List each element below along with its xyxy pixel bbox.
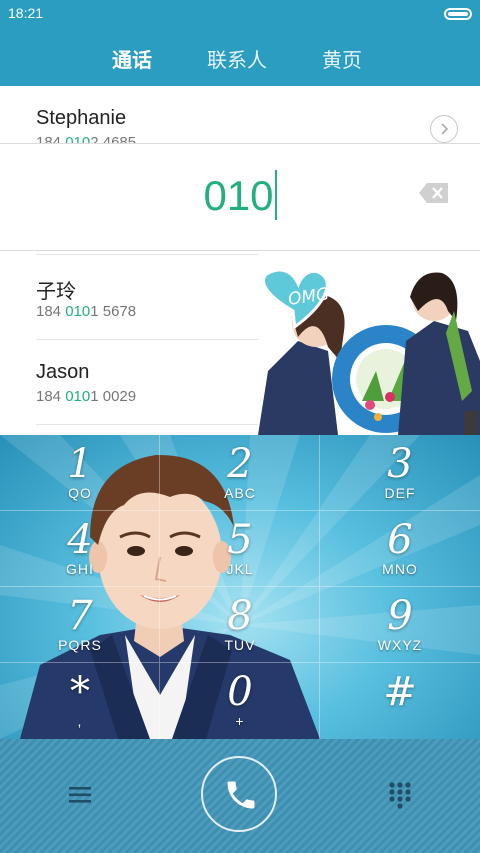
key-7[interactable]: 7 PQRS xyxy=(0,587,160,663)
key-5[interactable]: 5 JKL xyxy=(160,511,320,587)
contact-name: Stephanie xyxy=(36,107,127,129)
text-cursor xyxy=(274,170,277,220)
tab-calls[interactable]: 通话 xyxy=(112,44,152,73)
key-4[interactable]: 4 GHI xyxy=(0,511,160,587)
key-hash[interactable]: # xyxy=(320,663,480,739)
dial-keypad: 1 QO 2 ABC 3 DEF 4 GHI 5 JKL 6 MNO 7 PQRS 8 TUV … xyxy=(0,435,480,739)
chevron-right-icon[interactable] xyxy=(430,115,458,143)
key-6[interactable]: 6 MNO xyxy=(320,511,480,587)
status-bar: 18:21 xyxy=(0,0,480,28)
tab-contacts[interactable]: 联系人 xyxy=(207,44,267,73)
status-time: 18:21 xyxy=(8,5,44,21)
tab-yellow-pages[interactable]: 黄页 xyxy=(322,44,362,73)
dial-input-area: 010 xyxy=(0,143,480,251)
contact-name[interactable]: Jason xyxy=(36,361,89,384)
key-2[interactable]: 2 ABC xyxy=(160,435,320,511)
backspace-icon[interactable] xyxy=(418,182,450,208)
contact-number: 184 0101 5678 xyxy=(36,303,137,320)
key-8[interactable]: 8 TUV xyxy=(160,587,320,663)
key-3[interactable]: 3 DEF xyxy=(320,435,480,511)
contact-row-top[interactable]: Stephanie 184 0102 4685 xyxy=(0,86,480,144)
call-button[interactable] xyxy=(201,756,277,832)
dialpad-icon[interactable] xyxy=(388,781,412,809)
dialed-number[interactable]: 010 xyxy=(0,170,480,220)
key-9[interactable]: 9 WXYZ xyxy=(320,587,480,663)
key-star[interactable]: *, xyxy=(0,663,160,739)
menu-icon[interactable] xyxy=(66,781,94,809)
contact-name[interactable]: 子玲 xyxy=(36,275,76,304)
key-0[interactable]: 0 + xyxy=(160,663,320,739)
bottom-action-bar xyxy=(0,739,480,853)
match-results-list: 子玲 184 0101 5678 Jason 184 0101 0029 OMG xyxy=(0,251,480,435)
decorative-photo-sticker: OMG xyxy=(258,251,480,435)
contact-number: 184 0101 0029 xyxy=(36,388,137,405)
phone-icon xyxy=(227,781,255,809)
battery-full-icon xyxy=(444,8,472,20)
key-1[interactable]: 1 QO xyxy=(0,435,160,511)
tab-bar: 通话 联系人 黄页 xyxy=(0,28,480,86)
